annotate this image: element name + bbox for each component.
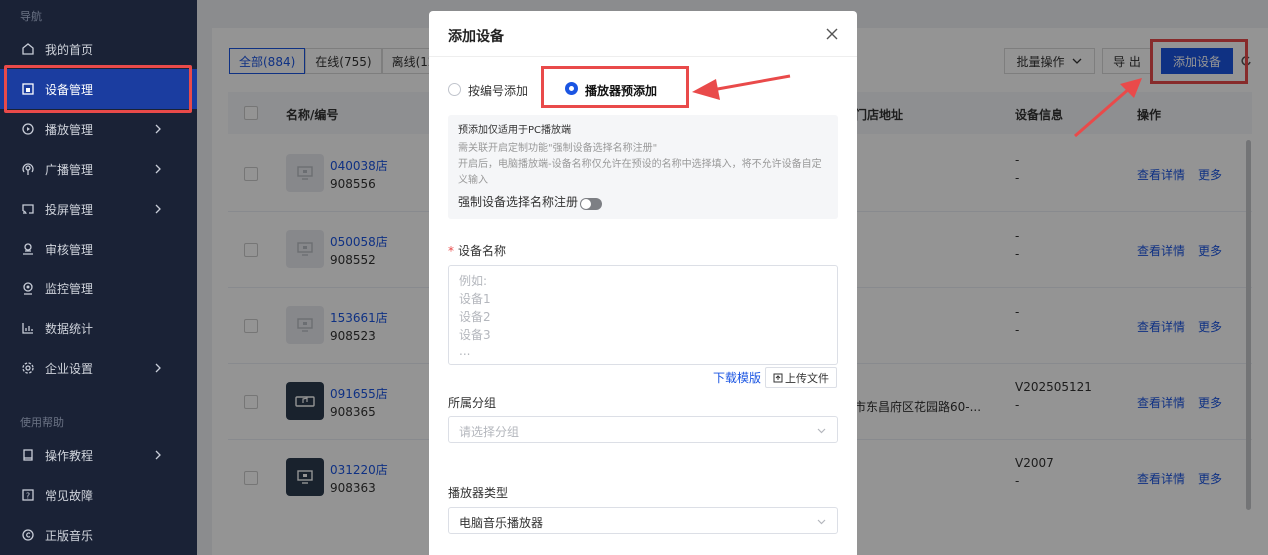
upload-file-label: 上传文件 <box>785 371 829 385</box>
device-name-textarea[interactable]: 例如: 设备1 设备2 设备3 ... <box>448 265 838 365</box>
sidebar-item-licensed-music[interactable]: 正版音乐 <box>0 515 197 555</box>
chevron-right-icon <box>155 164 161 174</box>
sidebar-item-label: 正版音乐 <box>45 528 94 543</box>
home-icon <box>20 41 36 57</box>
info-panel: 预添加仅适用于PC播放端 需关联开启定制功能"强制设备选择名称注册" 开启后，电… <box>448 115 838 219</box>
book-icon <box>20 447 36 463</box>
player-type-label: 播放器类型 <box>448 486 509 500</box>
textarea-placeholder-line: 设备2 <box>459 310 491 324</box>
device-icon <box>20 81 36 97</box>
sidebar-item-faq[interactable]: ? 常见故障 <box>0 475 197 515</box>
dialog-divider <box>429 56 857 57</box>
sidebar-item-label: 企业设置 <box>45 361 94 376</box>
sidebar-item-label: 审核管理 <box>45 242 94 257</box>
sidebar-item-label: 监控管理 <box>45 281 94 296</box>
sidebar-item-label: 投屏管理 <box>45 202 94 217</box>
sidebar-item-home[interactable]: 我的首页 <box>0 29 197 69</box>
group-select-placeholder: 请选择分组 <box>459 425 520 439</box>
play-icon <box>20 121 36 137</box>
question-icon: ? <box>20 487 36 503</box>
sidebar-item-audit-management[interactable]: 审核管理 <box>0 229 197 269</box>
upload-icon <box>773 373 783 382</box>
player-type-value: 电脑音乐播放器 <box>459 516 544 530</box>
force-register-toggle[interactable] <box>580 198 602 210</box>
info-text: 义输入 <box>458 175 488 186</box>
gear-icon <box>20 360 36 376</box>
radio-add-by-code-label[interactable]: 按编号添加 <box>468 82 528 99</box>
toggle-knob <box>581 199 591 209</box>
audit-icon <box>20 241 36 257</box>
textarea-placeholder-line: 例如: <box>459 274 488 288</box>
player-type-select[interactable]: 电脑音乐播放器 <box>448 507 838 534</box>
group-label: 所属分组 <box>448 396 497 410</box>
chevron-right-icon <box>155 124 161 134</box>
info-text: 开启后，电脑播放端-设备名称仅允许在预设的名称中选择填入，将不允许设备自定 <box>458 159 822 170</box>
sidebar-item-label: 广播管理 <box>45 162 94 177</box>
copyright-icon <box>20 527 36 543</box>
chart-icon <box>20 320 36 336</box>
chevron-right-icon <box>155 450 161 460</box>
annotation-arrow-add-device <box>1074 78 1142 138</box>
force-register-label: 强制设备选择名称注册 <box>458 195 579 209</box>
sidebar-item-label: 我的首页 <box>45 42 94 57</box>
broadcast-icon <box>20 161 36 177</box>
sidebar-item-cast-management[interactable]: 投屏管理 <box>0 189 197 229</box>
sidebar-item-tutorial[interactable]: 操作教程 <box>0 435 197 475</box>
group-select[interactable]: 请选择分组 <box>448 416 838 443</box>
radio-player-pre-add[interactable] <box>565 82 578 95</box>
sidebar: 导航 我的首页 设备管理 播放管理 广播管理 投屏管理 审核管理 监控管理 数据… <box>0 0 197 555</box>
upload-file-button[interactable]: 上传文件 <box>765 367 837 388</box>
sidebar-item-label: 设备管理 <box>45 82 94 97</box>
info-title: 预添加仅适用于PC播放端 <box>458 125 572 136</box>
sidebar-item-label: 操作教程 <box>45 448 94 463</box>
nav-section-title: 导航 <box>20 10 42 23</box>
sidebar-item-label: 播放管理 <box>45 122 94 137</box>
cast-icon <box>20 201 36 217</box>
textarea-placeholder-line: ... <box>459 344 471 358</box>
dialog-title: 添加设备 <box>448 29 504 45</box>
close-icon[interactable] <box>825 27 839 41</box>
sidebar-item-device-management[interactable]: 设备管理 <box>0 69 197 109</box>
textarea-placeholder-line: 设备3 <box>459 328 491 342</box>
sidebar-item-broadcast-management[interactable]: 广播管理 <box>0 149 197 189</box>
chevron-down-icon <box>817 519 826 525</box>
required-mark: * <box>448 244 454 258</box>
chevron-down-icon <box>817 428 826 434</box>
annotation-arrow-pre-add <box>692 74 791 100</box>
info-text: 需关联开启定制功能"强制设备选择名称注册" <box>458 143 658 154</box>
device-name-label: * 设备名称 <box>448 242 506 259</box>
sidebar-item-statistics[interactable]: 数据统计 <box>0 308 197 348</box>
help-section-title: 使用帮助 <box>20 416 64 429</box>
monitor-icon <box>20 280 36 296</box>
textarea-placeholder-line: 设备1 <box>459 292 491 306</box>
chevron-right-icon <box>155 363 161 373</box>
sidebar-item-enterprise-settings[interactable]: 企业设置 <box>0 348 197 388</box>
radio-add-by-code[interactable] <box>448 83 461 96</box>
svg-text:?: ? <box>26 492 30 501</box>
sidebar-item-monitor-management[interactable]: 监控管理 <box>0 268 197 308</box>
chevron-right-icon <box>155 204 161 214</box>
device-name-label-text: 设备名称 <box>458 244 507 258</box>
sidebar-item-label: 数据统计 <box>45 321 94 336</box>
radio-player-pre-add-label[interactable]: 播放器预添加 <box>585 82 657 99</box>
sidebar-item-label: 常见故障 <box>45 488 94 503</box>
download-template-link[interactable]: 下载模版 <box>713 369 761 386</box>
sidebar-item-play-management[interactable]: 播放管理 <box>0 109 197 149</box>
